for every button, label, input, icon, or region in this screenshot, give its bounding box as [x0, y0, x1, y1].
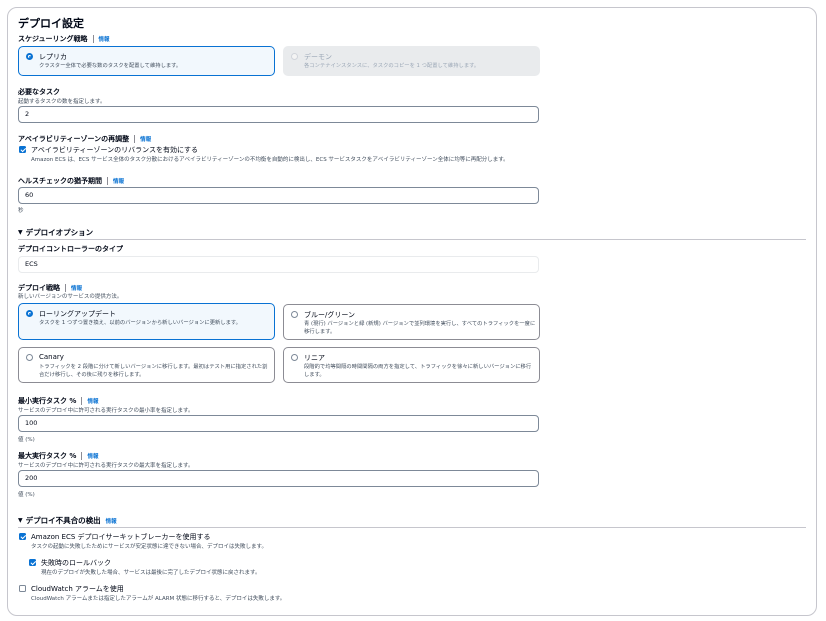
linear-desc: 段階的で均等間隔の時間間隔の両方を指定して、トラフィックを徐々に新しいバージョン…	[304, 364, 532, 378]
page-title: デプロイ設定	[18, 17, 84, 30]
cloudwatch-alarm-checkbox[interactable]	[19, 585, 26, 592]
health-grace-unit: 秒	[18, 208, 24, 214]
info-link[interactable]: 情報	[87, 452, 98, 460]
scheduling-option-daemon: デーモン 各コンテナインスタンスに、タスクのコピーを 1 つ配置して維持します。	[283, 46, 540, 76]
replica-desc: クラスター全体で必要な数のタスクを配置して維持します。	[39, 63, 182, 69]
caret-down-icon: ▼	[18, 229, 23, 236]
rollback-label: 失敗時のロールバック	[41, 559, 111, 567]
strategy-option-blue-green[interactable]: ブルー/グリーン 青 (現行) バージョンと緑 (新規) バージョンで並列環境を…	[283, 304, 540, 340]
min-running-desc: サービスのデプロイ中に許可される実行タスクの最小率を指定します。	[18, 408, 194, 414]
scheduling-option-replica[interactable]: レプリカ クラスター全体で必要な数のタスクを配置して維持します。	[18, 46, 275, 76]
max-running-input[interactable]: 200	[18, 470, 539, 487]
strategy-option-rolling[interactable]: ローリングアップデート タスクを 1 つずつ置き換え、以前のバージョンから新しい…	[18, 303, 275, 340]
deployment-settings-panel: デプロイ設定 スケジューリング戦略 情報 レプリカ クラスター全体で必要な数のタス…	[7, 7, 817, 616]
min-running-label: 最小実行タスク % 情報	[18, 397, 99, 405]
health-grace-input[interactable]: 60	[18, 187, 539, 204]
desired-tasks-desc: 起動するタスクの数を指定します。	[18, 99, 106, 105]
min-running-input[interactable]: 100	[18, 415, 539, 432]
canary-radio[interactable]	[26, 354, 33, 361]
controller-type-field: ECS	[18, 256, 539, 273]
section-divider	[18, 239, 806, 240]
deploy-options-header[interactable]: ▼ デプロイオプション	[18, 227, 93, 238]
scheduling-strategy-label: スケジューリング戦略 情報	[18, 35, 110, 43]
linear-title: リニア	[304, 354, 325, 362]
az-rebalance-checkbox-label: アベイラビリティーゾーンのリバランスを有効にする	[31, 146, 199, 154]
rolling-desc: タスクを 1 つずつ置き換え、以前のバージョンから新しいバージョンに更新します。	[39, 320, 241, 326]
cloudwatch-alarm-desc: CloudWatch アラームまたは指定したアラームが ALARM 状態に移行す…	[31, 596, 286, 602]
info-link[interactable]: 情報	[140, 135, 151, 143]
cloudwatch-alarm-label: CloudWatch アラームを使用	[31, 585, 124, 593]
canary-desc: トラフィックを 2 段階に分けて新しいバージョンに移行します。最初はテスト用に指…	[39, 364, 268, 378]
az-rebalance-checkbox[interactable]	[19, 146, 26, 153]
caret-down-icon: ▼	[18, 517, 23, 524]
min-running-unit: 値 (%)	[18, 437, 35, 443]
rollback-checkbox[interactable]	[29, 559, 36, 566]
health-grace-label: ヘルスチェックの猶予期間 情報	[18, 177, 125, 185]
az-rebalance-desc: Amazon ECS は、ECS サービス全体のタスク分散におけるアベイラビリテ…	[31, 157, 509, 163]
section-divider	[18, 527, 806, 528]
strategy-option-canary[interactable]: Canary トラフィックを 2 段階に分けて新しいバージョンに移行します。最初…	[18, 347, 275, 383]
info-link[interactable]: 情報	[113, 177, 124, 185]
replica-radio[interactable]	[26, 53, 33, 60]
controller-type-label: デプロイコントローラーのタイプ	[18, 245, 123, 253]
circuit-breaker-desc: タスクの起動に失敗したためにサービスが安定状態に達できない場合、デプロイは失敗し…	[31, 544, 267, 550]
info-link[interactable]: 情報	[99, 35, 110, 43]
linear-radio[interactable]	[291, 354, 298, 361]
desired-tasks-input[interactable]: 2	[18, 106, 539, 123]
replica-title: レプリカ	[39, 53, 67, 61]
circuit-breaker-label: Amazon ECS デプロイサーキットブレーカーを使用する	[31, 533, 211, 541]
daemon-radio	[291, 53, 298, 60]
az-rebalance-label: アベイラビリティーゾーンの再調整 情報	[18, 135, 152, 143]
blue-green-desc: 青 (現行) バージョンと緑 (新規) バージョンで並列環境を実行し、すべてのト…	[304, 321, 536, 335]
info-link[interactable]: 情報	[106, 517, 117, 525]
failure-detection-header[interactable]: ▼ デプロイ不具合の検出 情報	[18, 515, 117, 526]
daemon-desc: 各コンテナインスタンスに、タスクのコピーを 1 つ配置して維持します。	[304, 63, 480, 69]
max-running-unit: 値 (%)	[18, 492, 35, 498]
desired-tasks-label: 必要なタスク	[18, 88, 60, 96]
blue-green-title: ブルー/グリーン	[304, 311, 356, 319]
daemon-title: デーモン	[304, 53, 332, 61]
rolling-radio[interactable]	[26, 310, 33, 317]
info-link[interactable]: 情報	[87, 397, 98, 405]
rolling-title: ローリングアップデート	[39, 310, 116, 318]
rollback-desc: 現在のデプロイが失敗した場合、サービスは最後に完了したデプロイ状態に戻されます。	[41, 570, 261, 576]
deploy-strategy-desc: 新しいバージョンのサービスの提供方法。	[18, 294, 123, 300]
strategy-option-linear[interactable]: リニア 段階的で均等間隔の時間間隔の両方を指定して、トラフィックを徐々に新しいバ…	[283, 347, 540, 383]
blue-green-radio[interactable]	[291, 311, 298, 318]
canary-title: Canary	[39, 353, 64, 361]
max-running-label: 最大実行タスク % 情報	[18, 452, 99, 460]
circuit-breaker-checkbox[interactable]	[19, 533, 26, 540]
info-link[interactable]: 情報	[71, 284, 82, 292]
max-running-desc: サービスのデプロイ中に許可される実行タスクの最大率を指定します。	[18, 463, 194, 469]
